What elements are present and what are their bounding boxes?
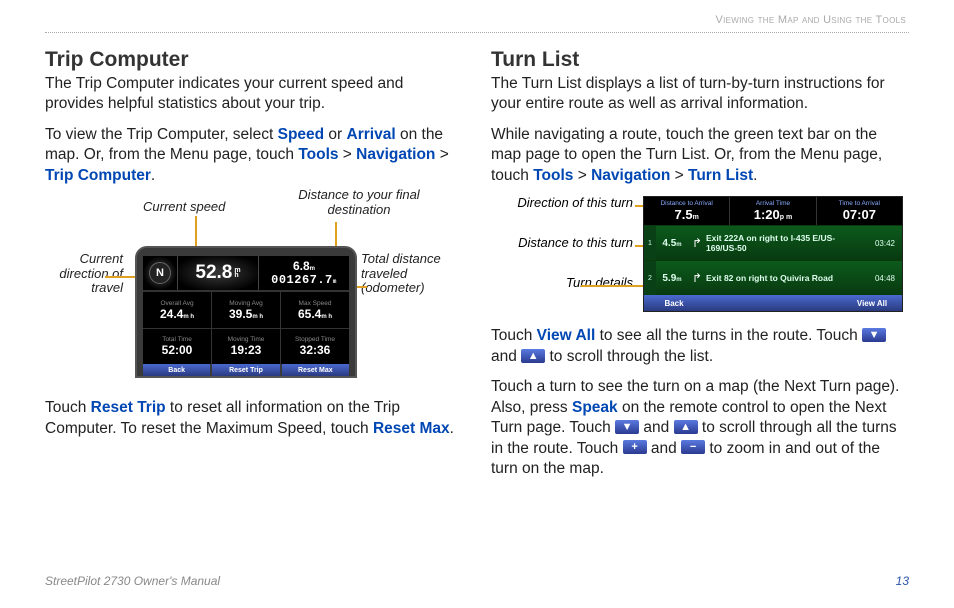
label-dist-final: Distance to your final destination [279, 188, 439, 217]
page-number: 13 [896, 574, 909, 588]
stat-val: 65.4m h [298, 307, 332, 321]
text: and [491, 348, 521, 365]
stat-val: 19:23 [231, 343, 262, 357]
stat-val: 32:36 [300, 343, 331, 357]
arrow-down-icon: ▼ [862, 328, 886, 342]
text: > [670, 167, 688, 184]
turn-right-icon: ↱ [688, 236, 706, 250]
row-text: Exit 222A on right to I-435 E/US-169/US-… [706, 233, 868, 253]
arrow-up-icon: ▲ [674, 420, 698, 434]
stat-label: Total Time [162, 336, 192, 343]
zoom-out-icon: − [681, 440, 705, 454]
turn-list-heading: Turn List [491, 48, 909, 72]
view-all-button[interactable]: View All [842, 295, 902, 311]
text: . [753, 167, 757, 184]
text: > [573, 167, 591, 184]
turn-list-screen: Distance to Arrival7.5m Arrival Time1:20… [643, 196, 903, 312]
row-time: 03:42 [868, 239, 902, 248]
trip-computer-link: Trip Computer [45, 167, 151, 184]
turn-list-figure: Direction of this turn Distance to this … [491, 196, 909, 316]
zoom-in-icon: + [623, 440, 647, 454]
label-direction-turn: Direction of this turn [517, 196, 633, 210]
spacer [704, 295, 842, 311]
text: . [450, 420, 454, 437]
right-column: Turn List The Turn List displays a list … [491, 48, 909, 489]
stat-val: 52:00 [162, 343, 193, 357]
label-distance-turn: Distance to this turn [518, 236, 633, 250]
reset-max-button[interactable]: Reset Max [282, 364, 349, 376]
odometer-value: 001267.7m [271, 273, 337, 287]
stat-label: Moving Time [228, 336, 265, 343]
navigation-link: Navigation [356, 146, 435, 163]
stat-label: Moving Avg [229, 300, 262, 307]
stat-val: 24.4m h [160, 307, 194, 321]
footer-title: StreetPilot 2730 Owner's Manual [45, 574, 220, 588]
trip-computer-figure: Current speed Distance to your final des… [45, 196, 445, 388]
text: and [639, 419, 673, 436]
text: . [151, 167, 155, 184]
view-all-link: View All [537, 327, 596, 344]
trip-computer-intro: The Trip Computer indicates your current… [45, 74, 463, 115]
arrival-time-cell: Arrival Time1:20p m [730, 197, 816, 225]
dist-arrival-cell: Distance to Arrival7.5m [644, 197, 730, 225]
page-header: Viewing the Map and Using the Tools [716, 14, 907, 26]
left-column: Trip Computer The Trip Computer indicate… [45, 48, 463, 489]
text: Touch [491, 327, 537, 344]
back-button[interactable]: Back [143, 364, 210, 376]
turn-list-nav: While navigating a route, touch the gree… [491, 125, 909, 186]
stat-val: 39.5m h [229, 307, 263, 321]
text: > [435, 146, 448, 163]
row-time: 04:48 [868, 274, 902, 283]
turn-list-nextturn: Touch a turn to see the turn on a map (t… [491, 377, 909, 479]
arrow-up-icon: ▲ [521, 349, 545, 363]
stat-label: Overall Avg [160, 300, 193, 307]
row-dist: 5.9m [656, 273, 688, 284]
reset-max-link: Reset Max [373, 420, 450, 437]
speak-link: Speak [572, 399, 618, 416]
trip-computer-nav: To view the Trip Computer, select Speed … [45, 125, 463, 186]
reset-trip-button[interactable]: Reset Trip [212, 364, 279, 376]
turn-list-viewall: Touch View All to see all the turns in t… [491, 326, 909, 367]
turn-list-link: Turn List [688, 167, 753, 184]
speed-value: 52.8mh [177, 256, 259, 290]
row-dist: 4.5m [656, 238, 688, 249]
trip-computer-heading: Trip Computer [45, 48, 463, 72]
label-odometer: Total distance traveled (odometer) [361, 252, 445, 295]
text: or [324, 126, 346, 143]
tools-link: Tools [298, 146, 338, 163]
dist-to-dest: 6.8m [293, 259, 315, 273]
trip-computer-reset: Touch Reset Trip to reset all informatio… [45, 398, 463, 439]
speed-link: Speed [278, 126, 325, 143]
arrival-link: Arrival [347, 126, 396, 143]
text: Touch [45, 399, 91, 416]
text: and [647, 440, 681, 457]
navigation-link: Navigation [591, 167, 670, 184]
row-text: Exit 82 on right to Quivira Road [706, 273, 868, 283]
tools-link: Tools [533, 167, 573, 184]
turn-list-intro: The Turn List displays a list of turn-by… [491, 74, 909, 115]
text: to scroll through the list. [545, 348, 713, 365]
label-turn-details: Turn details [566, 276, 633, 290]
stat-label: Max Speed [299, 300, 332, 307]
distance-block: 6.8m 001267.7m [259, 256, 349, 290]
header-rule [45, 32, 909, 33]
text: To view the Trip Computer, select [45, 126, 278, 143]
reset-trip-link: Reset Trip [91, 399, 166, 416]
trip-computer-screen: N 52.8mh 6.8m 001267.7m Overall Avg24.4m… [135, 246, 357, 378]
back-button[interactable]: Back [644, 295, 704, 311]
text: to see all the turns in the route. Touch [595, 327, 862, 344]
row-number: 2 [644, 261, 656, 295]
stat-label: Stopped Time [295, 336, 335, 343]
compass-indicator: N [143, 256, 177, 290]
page-footer: StreetPilot 2730 Owner's Manual 13 [45, 574, 909, 588]
arrow-down-icon: ▼ [615, 420, 639, 434]
time-arrival-cell: Time to Arrival07:07 [817, 197, 902, 225]
row-number: 1 [644, 226, 656, 260]
text: > [339, 146, 357, 163]
turn-row[interactable]: 1 4.5m ↱ Exit 222A on right to I-435 E/U… [644, 225, 902, 260]
turn-row[interactable]: 2 5.9m ↱ Exit 82 on right to Quivira Roa… [644, 260, 902, 295]
turn-right-icon: ↱ [688, 271, 706, 285]
label-current-speed: Current speed [143, 200, 225, 214]
label-direction: Current direction of travel [45, 252, 123, 295]
